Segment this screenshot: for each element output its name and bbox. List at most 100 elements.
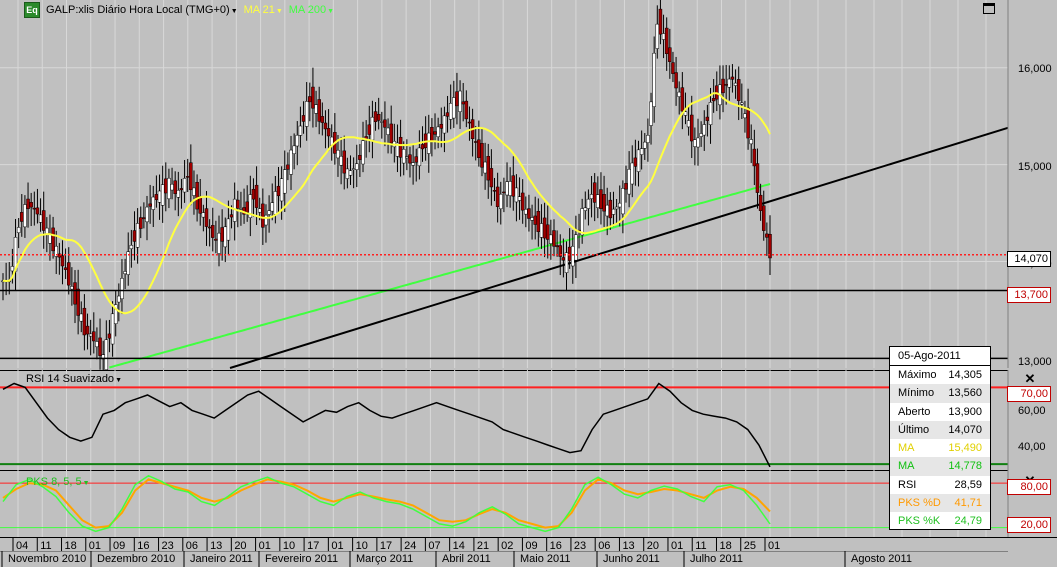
caret-down-icon[interactable]: ▼ — [276, 8, 283, 15]
day-tick-label: 11 — [40, 540, 52, 552]
candle-body — [176, 190, 181, 198]
month-label: Abril 2011 — [442, 553, 491, 565]
candle-body — [10, 266, 15, 272]
candle-body — [746, 107, 750, 139]
candle-body — [239, 208, 243, 210]
candle-body — [702, 124, 707, 136]
candle-body — [70, 286, 74, 290]
rsi-tick-label: 40,00 — [1018, 441, 1046, 453]
candle-body — [26, 198, 30, 210]
candle-body — [195, 181, 199, 210]
chart-title-bar: Eq GALP:xlis Diário Hora Local (TMG+0)▼ … — [24, 2, 334, 18]
day-tick-label: 17 — [379, 540, 393, 552]
candle-body — [154, 194, 159, 201]
candle-body — [740, 102, 744, 105]
candle-body — [514, 187, 519, 203]
candle-body — [207, 226, 212, 229]
candle-body — [561, 257, 566, 261]
candle-body — [711, 98, 716, 102]
candle-body — [686, 120, 691, 128]
ma200-legend[interactable]: MA 200▼ — [289, 4, 334, 16]
month-label: Julho 2011 — [690, 553, 744, 565]
info-row-ma200: MA 14,778 — [890, 457, 990, 476]
candle-body — [452, 97, 456, 119]
candle-body — [730, 76, 735, 80]
caret-down-icon[interactable]: ▼ — [115, 377, 122, 384]
candle-body — [361, 140, 365, 165]
candle-body — [439, 123, 444, 129]
candle-body — [264, 214, 268, 226]
candle-body — [643, 141, 647, 149]
candle-body — [473, 141, 478, 143]
close-rsi-icon[interactable]: ✕ — [1024, 372, 1036, 385]
candle-body — [182, 178, 187, 193]
candle-body — [92, 331, 96, 342]
candle-body — [283, 169, 287, 194]
candle-body — [129, 244, 134, 250]
candle-body — [477, 139, 481, 158]
candle-body — [467, 121, 472, 124]
candle-body — [696, 137, 700, 148]
candle-body — [192, 187, 196, 196]
price-panel[interactable] — [0, 0, 1057, 370]
candle-body — [76, 288, 80, 316]
candle-body — [370, 116, 375, 141]
candle-body — [564, 252, 569, 273]
candle-body — [261, 203, 265, 228]
day-tick-label: 01 — [331, 540, 344, 552]
candle-body — [627, 169, 631, 195]
candle-body — [533, 215, 537, 225]
candle-body — [286, 164, 290, 170]
day-tick-label: 16 — [549, 540, 562, 552]
day-tick-label: 06 — [598, 540, 611, 552]
candle-body — [636, 149, 641, 172]
candle-body — [721, 78, 725, 94]
info-date: 05-Ago-2011 — [890, 347, 990, 366]
candle-body — [120, 278, 124, 300]
candle-body — [448, 103, 453, 120]
month-label: Agosto 2011 — [851, 553, 912, 565]
candle-body — [142, 217, 146, 220]
candle-body — [539, 223, 544, 238]
candle-body — [336, 149, 340, 159]
day-tick-label: 07 — [428, 540, 441, 552]
maximize-icon[interactable] — [983, 3, 995, 14]
candle-body — [132, 230, 137, 242]
candle-body — [761, 205, 766, 231]
ma21-legend[interactable]: MA 21▼ — [244, 4, 283, 16]
candle-body — [295, 134, 300, 147]
candle-body — [699, 133, 703, 137]
candle-body — [301, 115, 306, 122]
candle-body — [580, 208, 584, 236]
caret-down-icon[interactable]: ▼ — [231, 8, 238, 15]
symbol-title[interactable]: GALP:xlis Diário Hora Local (TMG+0)▼ — [46, 4, 238, 16]
rsi-legend[interactable]: RSI 14 Suavizado▼ — [26, 373, 122, 385]
candle-body — [342, 150, 346, 174]
pks-legend[interactable]: PKS 8, 5, 5▼ — [26, 476, 90, 488]
price-tick-label: 15,000 — [1018, 161, 1052, 173]
caret-down-icon[interactable]: ▼ — [327, 8, 334, 15]
candle-body — [82, 307, 87, 336]
candle-body — [436, 126, 440, 138]
candle-body — [427, 132, 431, 154]
candle-body — [517, 196, 522, 201]
candle-body — [66, 262, 71, 286]
candle-body — [505, 181, 509, 196]
candle-body — [314, 104, 318, 114]
candle-body — [138, 217, 143, 229]
candle-body — [148, 203, 152, 207]
day-tick-label: 25 — [743, 540, 756, 552]
info-row-rsi: RSI 28,59 — [898, 478, 982, 491]
candle-body — [736, 79, 741, 101]
candle-body — [160, 184, 165, 206]
candle-body — [157, 190, 162, 203]
candle-body — [668, 47, 672, 62]
candle-body — [51, 227, 55, 252]
pks-tick-label: 20,00 — [1007, 517, 1051, 533]
caret-down-icon[interactable]: ▼ — [83, 480, 90, 487]
candle-body — [223, 226, 228, 248]
candle-body — [633, 157, 638, 167]
candle-body — [661, 33, 666, 40]
candle-body — [571, 246, 575, 267]
info-row-pks-k: PKS %K 24,79 — [898, 515, 982, 528]
